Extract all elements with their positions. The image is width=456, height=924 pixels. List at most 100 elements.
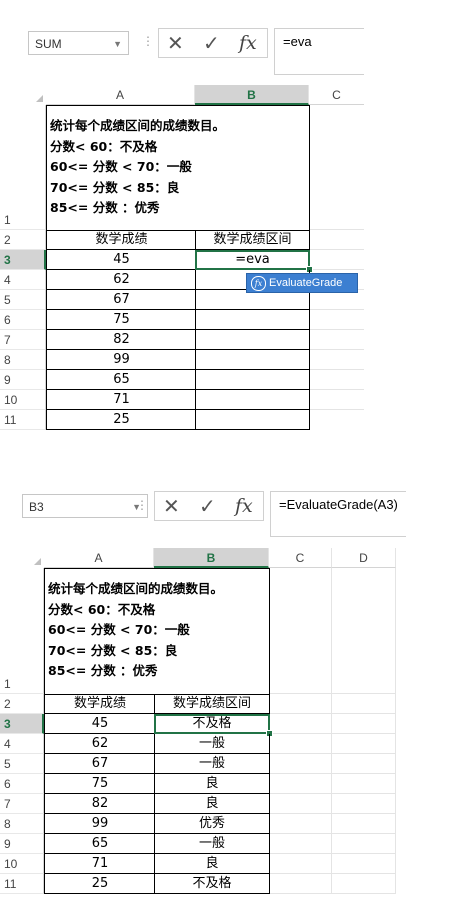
score-cell[interactable]: 25	[46, 410, 196, 430]
grid-cell[interactable]	[310, 250, 364, 270]
grid-cell[interactable]	[332, 854, 396, 874]
grid-cell[interactable]	[332, 694, 396, 714]
row-header-5[interactable]: 5	[0, 754, 44, 774]
grid-cell[interactable]	[310, 370, 364, 390]
row-header-2[interactable]: 2	[0, 694, 44, 714]
row-header-3[interactable]: 3	[0, 714, 44, 734]
row-header-10[interactable]: 10	[0, 390, 46, 410]
score-cell[interactable]: 45	[44, 714, 155, 734]
column-header-a[interactable]: A	[44, 548, 154, 568]
column-header-b[interactable]: B	[195, 85, 309, 105]
row-header-8[interactable]: 8	[0, 350, 46, 370]
grid-cell[interactable]	[270, 694, 332, 714]
active-grade-cell[interactable]: 不及格	[154, 714, 270, 734]
score-cell[interactable]: 25	[44, 874, 155, 894]
grid-cell[interactable]	[310, 410, 364, 430]
formula-bar[interactable]: =eva	[274, 28, 364, 75]
grid-cell[interactable]	[310, 310, 364, 330]
score-cell[interactable]: 71	[46, 390, 196, 410]
row-header-2[interactable]: 2	[0, 230, 46, 250]
score-cell[interactable]: 82	[46, 330, 196, 350]
grade-cell[interactable]	[195, 410, 310, 430]
x-icon[interactable]: ✕	[167, 32, 184, 54]
grid-cell[interactable]	[270, 568, 332, 694]
x-icon[interactable]: ✕	[163, 495, 180, 517]
grid-cell[interactable]	[270, 734, 332, 754]
grid-cell[interactable]	[270, 834, 332, 854]
grade-cell[interactable]	[195, 390, 310, 410]
check-icon[interactable]: ✓	[199, 495, 216, 517]
column-header-b[interactable]: B	[154, 548, 269, 568]
score-cell[interactable]: 62	[46, 270, 196, 290]
grid-cell[interactable]	[332, 814, 396, 834]
grade-cell[interactable]: 优秀	[154, 814, 270, 834]
grid-cell[interactable]	[270, 794, 332, 814]
score-cell[interactable]: 67	[46, 290, 196, 310]
score-cell[interactable]: 67	[44, 754, 155, 774]
grade-cell[interactable]	[195, 310, 310, 330]
row-header-11[interactable]: 11	[0, 410, 46, 430]
grade-cell[interactable]: 不及格	[154, 874, 270, 894]
row-header-4[interactable]: 4	[0, 270, 46, 290]
row-header-5[interactable]: 5	[0, 290, 46, 310]
row-header-8[interactable]: 8	[0, 814, 44, 834]
select-all-corner[interactable]	[0, 548, 44, 568]
score-cell[interactable]: 65	[44, 834, 155, 854]
row-header-1[interactable]: 1	[0, 568, 44, 694]
row-header-1[interactable]: 1	[0, 105, 46, 230]
header-cell-math-score[interactable]: 数学成绩	[46, 230, 196, 250]
grid-cell[interactable]	[332, 754, 396, 774]
grid-cell[interactable]	[332, 568, 396, 694]
grid-cell[interactable]	[310, 230, 364, 250]
grid-cell[interactable]	[310, 105, 364, 230]
score-cell[interactable]: 45	[46, 250, 196, 270]
grade-cell[interactable]	[195, 330, 310, 350]
column-header-d[interactable]: D	[332, 548, 396, 568]
row-header-7[interactable]: 7	[0, 330, 46, 350]
autocomplete-suggestion[interactable]: fx EvaluateGrade	[246, 273, 358, 293]
grade-cell[interactable]: 良	[154, 774, 270, 794]
row-header-7[interactable]: 7	[0, 794, 44, 814]
grade-cell[interactable]: 一般	[154, 754, 270, 774]
name-box[interactable]: B3 ▼	[22, 494, 148, 518]
grade-cell[interactable]	[195, 290, 310, 310]
grade-cell[interactable]: 一般	[154, 734, 270, 754]
grid-cell[interactable]	[270, 754, 332, 774]
row-header-10[interactable]: 10	[0, 854, 44, 874]
fx-icon[interactable]: fx	[235, 495, 253, 517]
grid-cell[interactable]	[332, 714, 396, 734]
grid-cell[interactable]	[332, 774, 396, 794]
row-header-9[interactable]: 9	[0, 834, 44, 854]
row-header-3[interactable]: 3	[0, 250, 46, 270]
grid-cell[interactable]	[310, 390, 364, 410]
grade-cell[interactable]	[195, 350, 310, 370]
grid-cell[interactable]	[310, 350, 364, 370]
score-cell[interactable]: 82	[44, 794, 155, 814]
check-icon[interactable]: ✓	[203, 32, 220, 54]
score-cell[interactable]: 71	[44, 854, 155, 874]
chevron-down-icon[interactable]: ▼	[113, 32, 122, 56]
grid-cell[interactable]	[270, 854, 332, 874]
column-header-c[interactable]: C	[309, 85, 364, 105]
row-header-4[interactable]: 4	[0, 734, 44, 754]
active-grade-cell[interactable]: =eva	[195, 250, 310, 270]
score-cell[interactable]: 99	[44, 814, 155, 834]
column-header-c[interactable]: C	[269, 548, 332, 568]
grid-cell[interactable]	[332, 834, 396, 854]
grid-cell[interactable]	[270, 714, 332, 734]
grade-cell[interactable]: 良	[154, 794, 270, 814]
grid-cell[interactable]	[332, 874, 396, 894]
fx-icon[interactable]: fx	[239, 32, 257, 54]
grid-cell[interactable]	[270, 874, 332, 894]
row-header-6[interactable]: 6	[0, 310, 46, 330]
grade-cell[interactable]	[195, 370, 310, 390]
instructions-cell[interactable]: 统计每个成绩区间的成绩数目。 分数< 60：不及格 60<= 分数 < 70：一…	[44, 568, 270, 695]
header-cell-math-score[interactable]: 数学成绩	[44, 694, 155, 714]
score-cell[interactable]: 99	[46, 350, 196, 370]
grid-cell[interactable]	[310, 290, 364, 310]
score-cell[interactable]: 65	[46, 370, 196, 390]
row-header-9[interactable]: 9	[0, 370, 46, 390]
score-cell[interactable]: 75	[46, 310, 196, 330]
grid-cell[interactable]	[270, 774, 332, 794]
grid-cell[interactable]	[332, 794, 396, 814]
